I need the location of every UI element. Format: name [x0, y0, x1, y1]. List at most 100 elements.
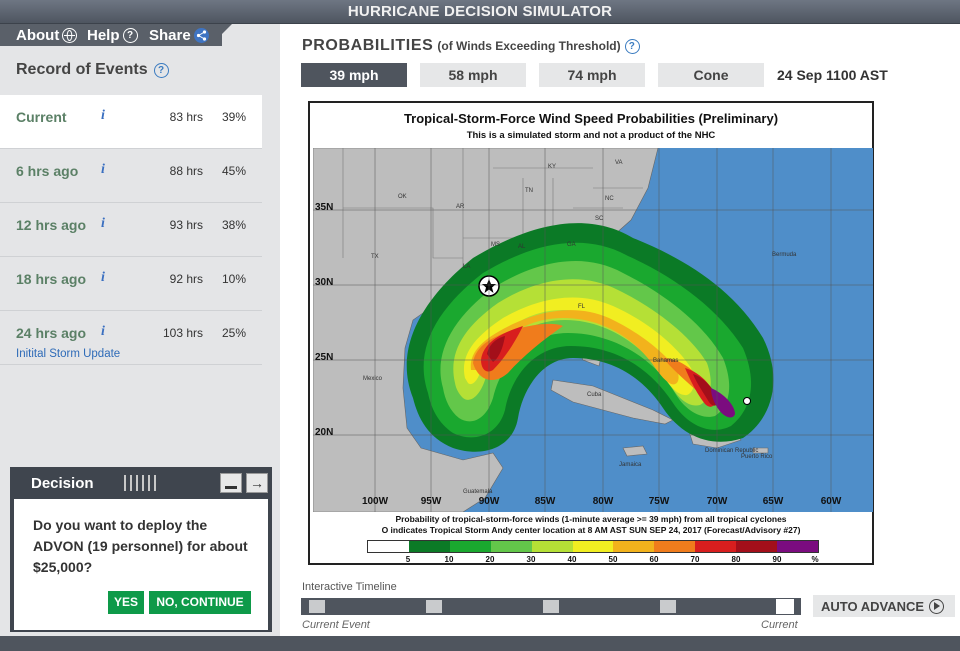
lat-label: 35N [315, 202, 333, 213]
event-row-18hrs[interactable]: 18 hrs ago i 92 hrs 10% [0, 257, 262, 311]
event-label: 12 hrs ago [16, 217, 87, 233]
share-label: Share [149, 26, 191, 44]
legend-swatch [449, 541, 491, 552]
record-title-text: Record of Events [16, 61, 148, 78]
top-nav: About Help ? Share [0, 24, 280, 46]
timeline-tick[interactable] [660, 600, 676, 613]
decision-panel: Decision → Do you want to deploy the ADV… [10, 467, 272, 632]
decision-body: Do you want to deploy the ADVON (19 pers… [14, 499, 268, 630]
initial-storm-update-link[interactable]: Initital Storm Update [16, 348, 120, 360]
info-icon[interactable]: i [101, 162, 105, 178]
expand-arrow-button[interactable]: → [246, 473, 268, 493]
place-label: LA [463, 264, 470, 270]
legend-label: 30 [526, 555, 536, 564]
lon-label: 65W [763, 496, 784, 507]
place-label: Bahamas [653, 358, 678, 364]
legend-label: 20 [485, 555, 495, 564]
place-label: MS [491, 242, 500, 248]
lon-label: 75W [649, 496, 670, 507]
place-label: AR [456, 204, 465, 210]
no-continue-button[interactable]: NO, CONTINUE [149, 591, 251, 614]
place-label: Cuba [587, 392, 602, 398]
tab-74mph[interactable]: 74 mph [539, 63, 645, 87]
place-label: NC [605, 196, 614, 202]
lon-label: 80W [593, 496, 614, 507]
place-label: Guatemala [463, 489, 493, 495]
yes-button[interactable]: YES [108, 591, 144, 614]
lat-label: 20N [315, 427, 333, 438]
tab-39mph[interactable]: 39 mph [301, 63, 407, 87]
info-icon[interactable]: i [101, 324, 105, 340]
timeline-thumb[interactable] [776, 599, 794, 614]
map-subtitle: This is a simulated storm and not a prod… [466, 130, 716, 141]
probabilities-title: PROBABILITIES [302, 37, 434, 54]
legend-label: 80 [731, 555, 741, 564]
map-image: 35N 30N 25N 20N 100W 95W 90W 85W 80W 75W… [313, 148, 873, 512]
about-label: About [16, 26, 60, 44]
event-percent: 10% [221, 272, 246, 286]
event-row-current[interactable]: Current i 83 hrs 39% [0, 95, 262, 149]
timeline-tick[interactable] [543, 600, 559, 613]
event-row-24hrs[interactable]: 24 hrs ago i 103 hrs 25% Initital Storm … [0, 311, 262, 365]
legend-swatch [695, 541, 737, 552]
timeline-tick[interactable] [426, 600, 442, 613]
share-link[interactable]: Share [149, 26, 209, 44]
legend-line-1: Probability of tropical-storm-force wind… [395, 514, 787, 524]
share-icon [193, 27, 209, 43]
title-bar: HURRICANE DECISION SIMULATOR [0, 0, 960, 24]
event-row-12hrs[interactable]: 12 hrs ago i 93 hrs 38% [0, 203, 262, 257]
place-label: GA [567, 242, 576, 248]
lon-label: 90W [479, 496, 500, 507]
legend-swatch [613, 541, 655, 552]
lon-label: 70W [707, 496, 728, 507]
timeline-end-label: Current [761, 619, 798, 631]
lon-label: 60W [821, 496, 842, 507]
about-link[interactable]: About [16, 26, 78, 44]
legend-swatch [777, 541, 818, 552]
event-label: 18 hrs ago [16, 271, 87, 287]
legend-swatch [408, 541, 450, 552]
info-icon[interactable]: i [101, 216, 105, 232]
event-hours: 88 hrs [169, 164, 203, 178]
timeline-track[interactable] [301, 598, 801, 615]
probabilities-heading: PROBABILITIES (of Winds Exceeding Thresh… [302, 37, 640, 55]
app-title: HURRICANE DECISION SIMULATOR [347, 3, 613, 20]
timeline-start-label: Current Event [302, 619, 370, 631]
lon-label: 95W [421, 496, 442, 507]
auto-advance-label: AUTO ADVANCE [821, 598, 925, 614]
event-percent: 39% [221, 110, 246, 124]
bottom-bar [0, 636, 960, 651]
timeline-tick[interactable] [309, 600, 325, 613]
event-percent: 38% [221, 218, 246, 232]
event-hours: 83 hrs [169, 110, 203, 124]
legend-swatch [531, 541, 573, 552]
lon-label: 100W [362, 496, 389, 507]
lat-label: 25N [315, 352, 333, 363]
info-icon[interactable]: i [101, 108, 105, 124]
minimize-button[interactable] [220, 473, 242, 493]
legend-label: 60 [649, 555, 659, 564]
question-icon[interactable]: ? [624, 38, 640, 54]
legend-label: 10 [444, 555, 454, 564]
lat-label: 30N [315, 277, 333, 288]
tab-cone[interactable]: Cone [658, 63, 764, 87]
legend-label: 70 [690, 555, 700, 564]
place-label: Jamaica [619, 462, 642, 468]
legend-label: 90 [772, 555, 782, 564]
legend-labels: 5 10 20 30 40 50 60 70 80 90 % [367, 555, 819, 565]
question-icon[interactable]: ? [153, 62, 169, 78]
auto-advance-button[interactable]: AUTO ADVANCE [813, 595, 955, 617]
event-row-6hrs[interactable]: 6 hrs ago i 88 hrs 45% [0, 149, 262, 203]
place-label: SC [595, 216, 604, 222]
probability-map: Tropical-Storm-Force Wind Speed Probabil… [308, 101, 874, 565]
legend-swatch [736, 541, 778, 552]
drag-handle-icon[interactable] [124, 475, 158, 491]
legend-line-2: O indicates Tropical Storm Andy center l… [381, 525, 801, 535]
event-label: 24 hrs ago [16, 325, 87, 341]
tab-58mph[interactable]: 58 mph [420, 63, 526, 87]
place-label: Bermuda [772, 252, 797, 258]
help-link[interactable]: Help ? [87, 26, 138, 44]
event-label: Current [16, 109, 67, 125]
info-icon[interactable]: i [101, 270, 105, 286]
place-label: AL [518, 244, 526, 250]
